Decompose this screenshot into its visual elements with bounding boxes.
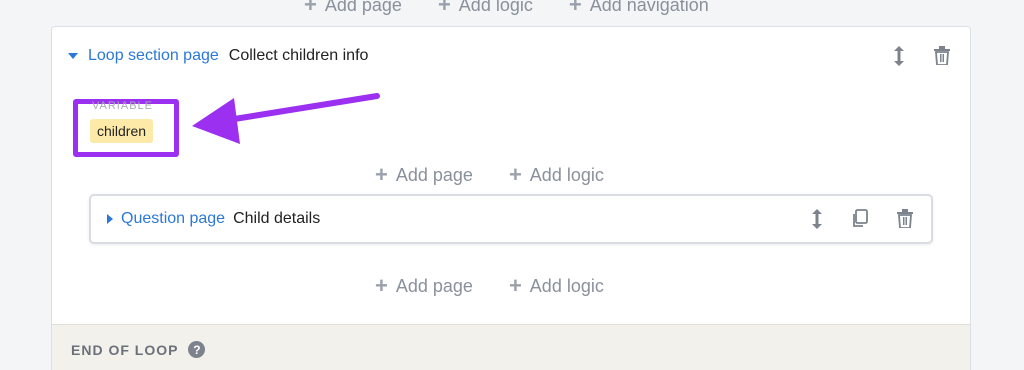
caret-right-icon[interactable] [107,214,113,224]
copy-icon[interactable] [851,209,868,228]
add-page-label: Add page [395,275,473,296]
add-logic-label: Add logic [529,164,604,185]
question-page-card: Question page Child details [89,194,933,244]
arrow-annotation [192,93,380,144]
add-navigation-label: Add navigation [589,0,709,15]
add-logic-button[interactable]: + Add logic [438,0,533,16]
add-page-button[interactable]: + Add page [375,275,473,297]
add-logic-label: Add logic [529,275,604,296]
plus-icon: + [508,273,522,298]
plus-icon: + [375,162,388,187]
move-vertical-icon[interactable] [892,45,906,67]
loop-section-type-link[interactable]: Loop section page [88,47,219,65]
question-page-header[interactable]: Question page Child details [107,210,320,228]
plus-icon: + [304,0,317,17]
help-icon[interactable]: ? [188,341,206,358]
add-page-button[interactable]: + Add page [375,164,473,186]
variable-label: VARIABLE [92,100,153,112]
mid-add-row: + Add page + Add logic [375,164,604,186]
add-navigation-button[interactable]: + Add navigation [569,0,709,16]
plus-icon: + [568,0,582,17]
plus-icon: + [375,273,388,298]
plus-icon: + [437,0,451,17]
add-page-label: Add page [324,0,402,15]
question-page-type-link[interactable]: Question page [121,210,225,228]
loop-section-header[interactable]: Loop section page Collect children info [68,47,368,65]
trash-icon[interactable] [897,209,913,228]
variable-chip[interactable]: children [90,119,154,143]
add-page-button[interactable]: + Add page [304,0,402,16]
trash-icon[interactable] [934,46,950,65]
add-logic-button[interactable]: + Add logic [509,164,604,186]
question-page-title: Child details [233,210,321,227]
loop-section-title: Collect children info [228,47,369,64]
end-of-loop-bar: END OF LOOP ? [52,324,970,370]
add-page-label: Add page [395,164,473,185]
plus-icon: + [508,162,522,187]
move-vertical-icon[interactable] [810,208,824,230]
top-add-row: + Add page + Add logic + Add navigation [304,0,709,16]
end-of-loop-label: END OF LOOP [71,341,179,358]
variable-highlight-box: VARIABLE children [73,99,179,157]
add-logic-label: Add logic [458,0,533,15]
add-logic-button[interactable]: + Add logic [509,275,604,297]
bottom-add-row: + Add page + Add logic [375,275,604,297]
caret-down-icon[interactable] [68,53,78,59]
